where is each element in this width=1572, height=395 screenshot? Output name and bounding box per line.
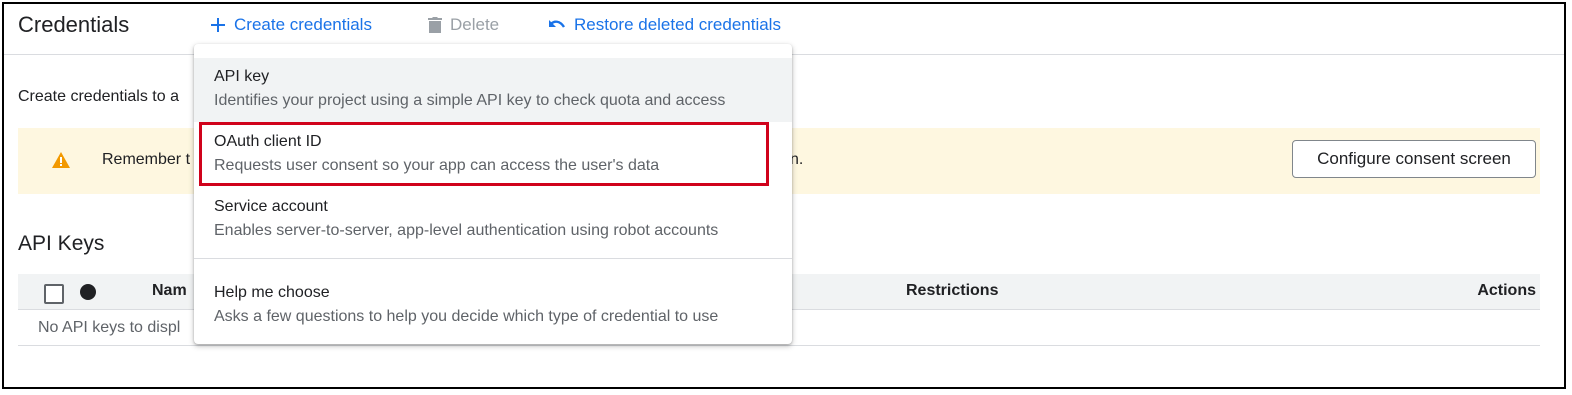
menu-item-label: Service account [214, 198, 328, 215]
trash-icon [428, 16, 442, 34]
intro-text: Create credentials to a [18, 88, 179, 105]
menu-item-help-me-choose[interactable]: Help me choose Asks a few questions to h… [194, 274, 792, 338]
restore-label: Restore deleted credentials [574, 15, 781, 34]
credentials-page: Credentials Create credentials Delete Re… [2, 2, 1566, 389]
create-credentials-button[interactable]: Create credentials [210, 15, 372, 35]
empty-message: No API keys to displ [38, 319, 181, 336]
column-actions: Actions [1477, 282, 1536, 299]
plus-icon [210, 17, 226, 33]
menu-item-label: OAuth client ID [214, 133, 322, 150]
menu-item-label: API key [214, 68, 270, 85]
menu-item-description: Identifies your project using a simple A… [214, 92, 726, 109]
status-dot-icon [80, 284, 96, 300]
delete-button[interactable]: Delete [428, 15, 499, 35]
configure-consent-screen-button[interactable]: Configure consent screen [1292, 140, 1536, 178]
menu-item-description: Requests user consent so your app can ac… [214, 157, 660, 174]
column-name[interactable]: Nam [152, 282, 187, 300]
restore-deleted-credentials-button[interactable]: Restore deleted credentials [548, 15, 781, 35]
create-credentials-menu: API key Identifies your project using a … [194, 44, 792, 344]
select-all-checkbox[interactable] [44, 284, 64, 304]
menu-item-service-account[interactable]: Service account Enables server-to-server… [194, 188, 792, 252]
menu-item-label: Help me choose [214, 284, 330, 301]
menu-item-api-key[interactable]: API key Identifies your project using a … [194, 58, 792, 122]
delete-label: Delete [450, 15, 500, 34]
menu-item-description: Enables server-to-server, app-level auth… [214, 222, 719, 239]
undo-icon [548, 18, 566, 32]
api-keys-title: API Keys [18, 232, 105, 255]
banner-text-tail: n. [790, 151, 804, 168]
column-restrictions: Restrictions [906, 282, 999, 299]
page-title: Credentials [18, 12, 130, 37]
create-credentials-label: Create credentials [234, 15, 372, 34]
menu-item-oauth-client-id[interactable]: OAuth client ID Requests user consent so… [194, 123, 792, 187]
menu-item-description: Asks a few questions to help you decide … [214, 308, 719, 325]
warning-icon [52, 152, 70, 168]
menu-divider [194, 258, 792, 259]
banner-text: Remember t [102, 151, 191, 168]
